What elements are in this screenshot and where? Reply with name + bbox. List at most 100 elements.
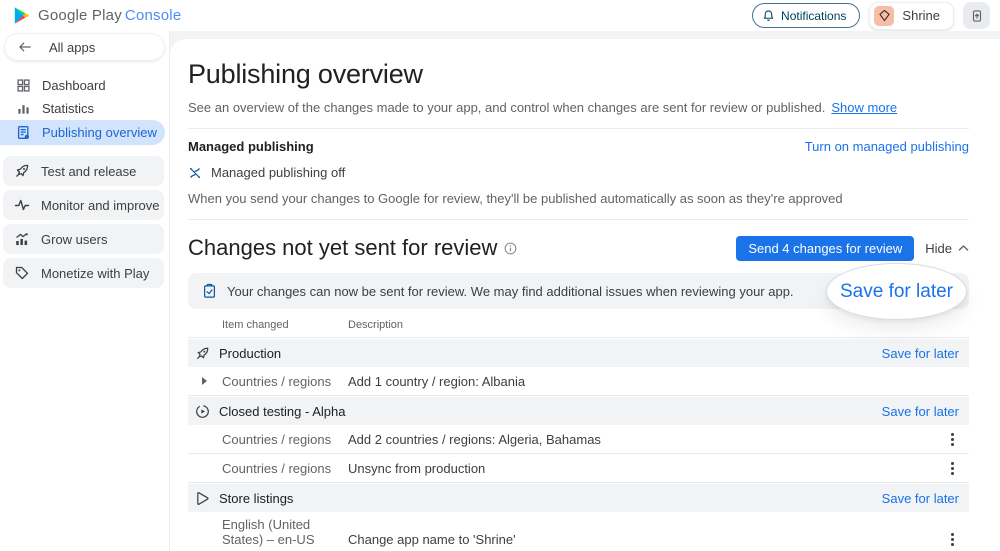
turn-on-managed-publishing-link[interactable]: Turn on managed publishing xyxy=(805,139,969,154)
changes-title: Changes not yet sent for review xyxy=(188,235,517,261)
chevron-up-icon xyxy=(958,244,969,252)
group-name: Production xyxy=(219,346,281,361)
shrine-app-icon xyxy=(874,6,894,26)
changes-section-header: Changes not yet sent for review Send 4 c… xyxy=(188,235,969,261)
logo-text: Google PlayConsole xyxy=(38,7,181,24)
managed-publishing-title: Managed publishing xyxy=(188,139,314,154)
all-apps-back-button[interactable]: All apps xyxy=(5,34,164,60)
item-changed-cell: Countries / regions xyxy=(222,374,348,389)
save-for-later-magnified-label: Save for later xyxy=(840,281,953,303)
banner-text: Your changes can now be sent for review.… xyxy=(227,284,794,299)
app-name-label: Shrine xyxy=(902,8,940,23)
sidebar-item-dashboard[interactable]: Dashboard xyxy=(0,74,169,97)
install-app-button[interactable] xyxy=(963,2,990,29)
managed-publishing-description: When you send your changes to Google for… xyxy=(188,191,969,206)
sidebar-item-grow-users[interactable]: Grow users xyxy=(3,224,164,254)
changes-title-text: Changes not yet sent for review xyxy=(188,235,497,261)
row-menu-button[interactable] xyxy=(941,429,963,450)
app-selector[interactable]: Shrine xyxy=(869,2,954,30)
column-header-description: Description xyxy=(348,319,969,331)
table-row: Countries / regions Add 1 country / regi… xyxy=(188,367,969,396)
sidebar-item-monitor-and-improve[interactable]: Monitor and improve xyxy=(3,190,164,220)
group-header-production: Production Save for later xyxy=(188,339,969,367)
description-cell: Change app name to 'Shrine' xyxy=(348,532,941,547)
publishing-overview-icon xyxy=(15,125,31,141)
install-app-icon xyxy=(970,9,984,23)
table-row: English (United States) – en-US Default … xyxy=(188,512,969,551)
managed-publishing-off-icon xyxy=(188,166,202,180)
managed-publishing-header: Managed publishing Turn on managed publi… xyxy=(188,139,969,154)
info-icon[interactable] xyxy=(504,242,517,255)
sidebar-item-label: Grow users xyxy=(41,232,107,247)
sidebar-item-label: Test and release xyxy=(41,164,136,179)
sidebar: All apps Dashboard Statistics xyxy=(0,31,170,551)
description-cell: Add 1 country / region: Albania xyxy=(348,374,969,389)
price-tag-icon xyxy=(14,265,30,281)
logo-console: Console xyxy=(125,7,181,24)
statistics-icon xyxy=(15,101,31,117)
table-row: Countries / regions Unsync from producti… xyxy=(188,454,969,483)
page-description: See an overview of the changes made to y… xyxy=(188,100,969,115)
sidebar-item-label: Dashboard xyxy=(42,78,106,93)
item-changed-cell: Countries / regions xyxy=(222,461,348,476)
sidebar-item-label: Monitor and improve xyxy=(41,198,160,213)
dashboard-icon xyxy=(15,78,31,94)
notifications-label: Notifications xyxy=(781,9,846,23)
hide-label: Hide xyxy=(925,241,952,256)
all-apps-label: All apps xyxy=(49,40,95,55)
column-header-item-changed: Item changed xyxy=(222,319,348,331)
bell-icon xyxy=(762,9,775,23)
send-changes-button[interactable]: Send 4 changes for review xyxy=(736,236,914,261)
group-header-store-listings: Store listings Save for later xyxy=(188,484,969,512)
sidebar-spacer xyxy=(0,145,169,156)
play-store-icon xyxy=(195,491,210,506)
notifications-button[interactable]: Notifications xyxy=(752,3,860,28)
clipboard-check-icon xyxy=(202,283,217,299)
page-title: Publishing overview xyxy=(188,59,969,90)
table-row: Countries / regions Add 2 countries / re… xyxy=(188,425,969,454)
back-arrow-icon xyxy=(18,41,32,53)
save-for-later-link[interactable]: Save for later xyxy=(882,346,959,361)
item-changed-cell: Countries / regions xyxy=(222,432,348,447)
hide-toggle[interactable]: Hide xyxy=(925,241,969,256)
row-menu-button[interactable] xyxy=(941,529,963,550)
sidebar-item-label: Monetize with Play xyxy=(41,266,149,281)
sidebar-item-publishing-overview[interactable]: Publishing overview xyxy=(0,120,165,145)
sidebar-item-statistics[interactable]: Statistics xyxy=(0,97,169,120)
save-for-later-loupe[interactable]: Save for later xyxy=(826,263,967,320)
logo-google-play: Google Play xyxy=(38,7,122,24)
growth-chart-icon xyxy=(14,231,30,247)
expand-row-icon[interactable] xyxy=(202,377,207,385)
managed-publishing-status: Managed publishing off xyxy=(188,165,969,180)
sidebar-item-test-and-release[interactable]: Test and release xyxy=(3,156,164,186)
rocket-icon xyxy=(195,346,210,361)
managed-publishing-status-text: Managed publishing off xyxy=(211,165,345,180)
sidebar-item-label: Statistics xyxy=(42,101,94,116)
description-cell: Unsync from production xyxy=(348,461,941,476)
store-listing-language: English (United States) – en-US xyxy=(222,517,315,547)
divider xyxy=(188,219,969,220)
pulse-icon xyxy=(14,197,30,213)
group-header-closed-testing-alpha: Closed testing - Alpha Save for later xyxy=(188,397,969,425)
save-for-later-link[interactable]: Save for later xyxy=(882,404,959,419)
rocket-icon xyxy=(14,163,30,179)
sidebar-item-label: Publishing overview xyxy=(42,125,157,140)
show-more-link[interactable]: Show more xyxy=(831,100,897,115)
play-circle-icon xyxy=(195,404,210,419)
changes-table: Item changed Description Production Save… xyxy=(188,319,969,551)
page-description-text: See an overview of the changes made to y… xyxy=(188,100,825,115)
top-app-bar: Google PlayConsole Notifications Shrine xyxy=(0,0,1000,31)
description-cell: Add 2 countries / regions: Algeria, Baha… xyxy=(348,432,941,447)
play-logo-icon xyxy=(12,5,31,26)
group-name: Store listings xyxy=(219,491,293,506)
divider xyxy=(188,128,969,129)
row-menu-button[interactable] xyxy=(941,458,963,479)
google-play-console-logo[interactable]: Google PlayConsole xyxy=(12,5,181,26)
top-bar-actions: Notifications Shrine xyxy=(752,2,990,30)
group-name: Closed testing - Alpha xyxy=(219,404,345,419)
save-for-later-link[interactable]: Save for later xyxy=(882,491,959,506)
changes-actions: Send 4 changes for review Hide xyxy=(736,236,969,261)
table-header-row: Item changed Description xyxy=(188,319,969,338)
item-changed-cell: English (United States) – en-US Default … xyxy=(222,517,348,551)
sidebar-item-monetize-with-play[interactable]: Monetize with Play xyxy=(3,258,164,288)
